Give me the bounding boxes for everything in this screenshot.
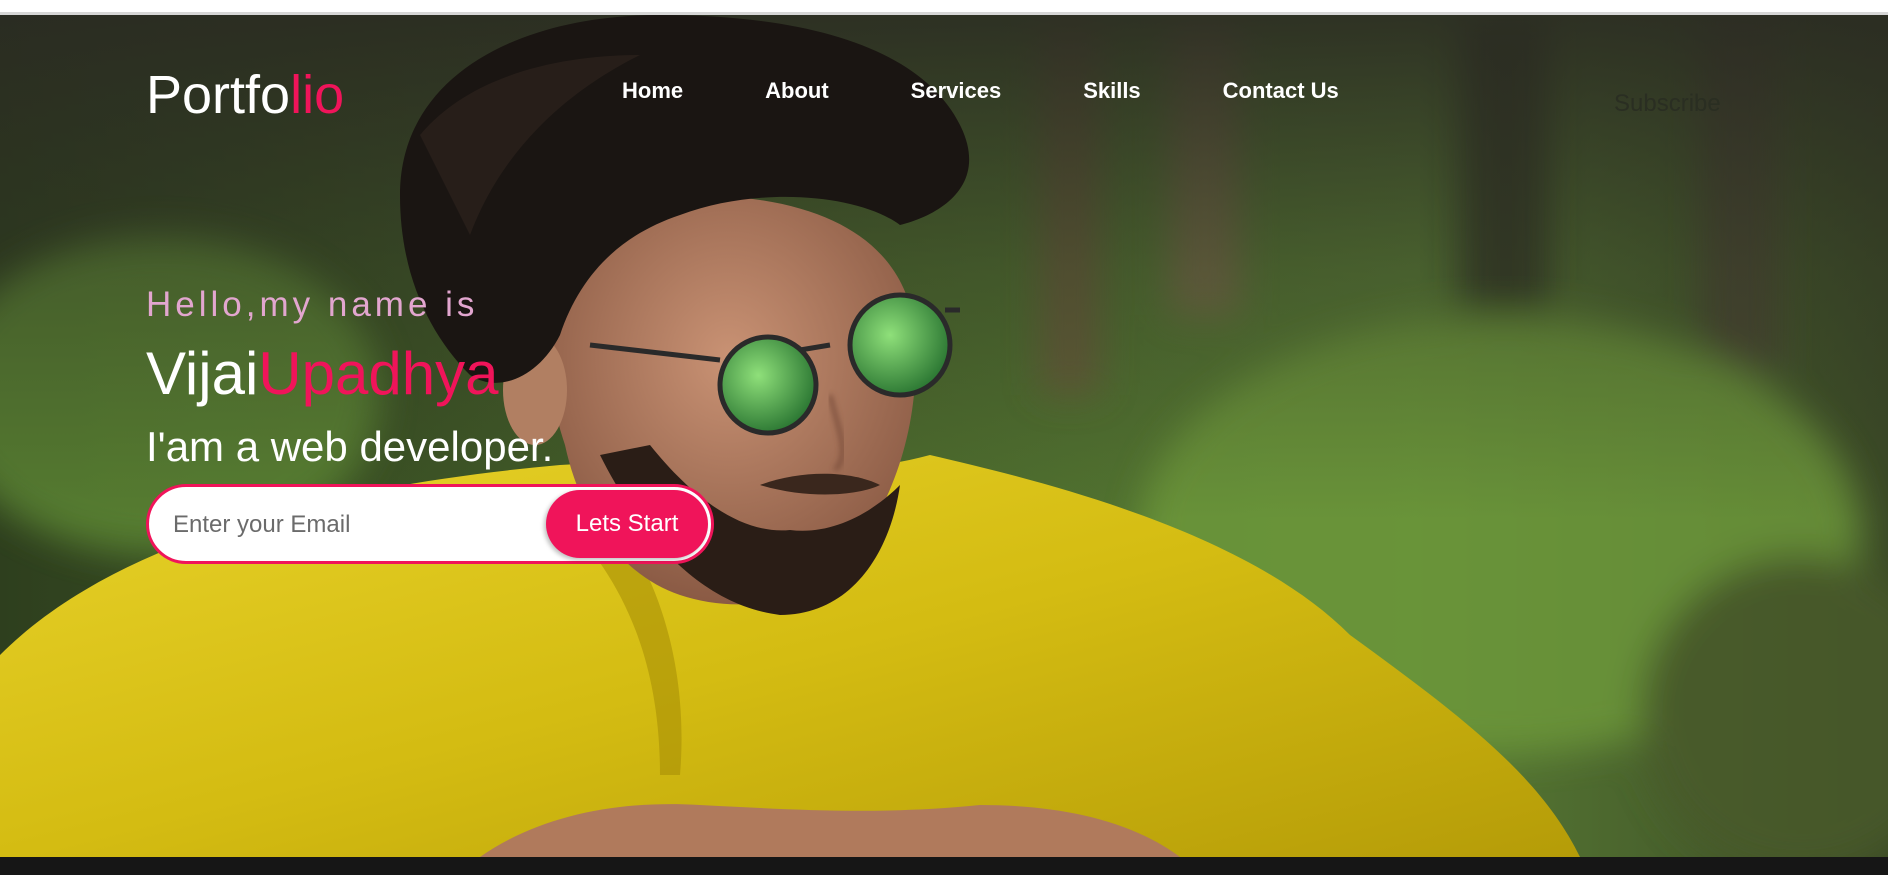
logo-text-main: Portfo <box>146 65 291 125</box>
nav-link-contact-us[interactable]: Contact Us <box>1223 78 1339 104</box>
nav-link-skills[interactable]: Skills <box>1083 78 1140 104</box>
hero-first-name: Vijai <box>146 340 259 407</box>
nav-link-about[interactable]: About <box>765 78 829 104</box>
email-input[interactable] <box>171 501 535 549</box>
logo-text-accent: lio <box>290 65 345 125</box>
footer-bar <box>0 857 1888 875</box>
main-nav: Home About Services Skills Contact Us <box>622 78 1339 104</box>
site-logo[interactable]: Portfolio <box>146 64 344 126</box>
nav-link-services[interactable]: Services <box>911 78 1002 104</box>
page: Portfolio Home About Services Skills Con… <box>0 0 1888 880</box>
hero-role: I'am a web developer. <box>146 423 554 470</box>
hero-name: VijaiUpadhya <box>146 340 498 408</box>
email-signup-form: Lets Start <box>146 484 714 564</box>
hero-greeting: Hello,my name is <box>146 285 479 324</box>
nav-link-home[interactable]: Home <box>622 78 683 104</box>
lets-start-button[interactable]: Lets Start <box>546 490 708 558</box>
subscribe-button[interactable]: Subscribe <box>1614 90 1721 118</box>
hero-last-name: Upadhya <box>258 340 499 407</box>
